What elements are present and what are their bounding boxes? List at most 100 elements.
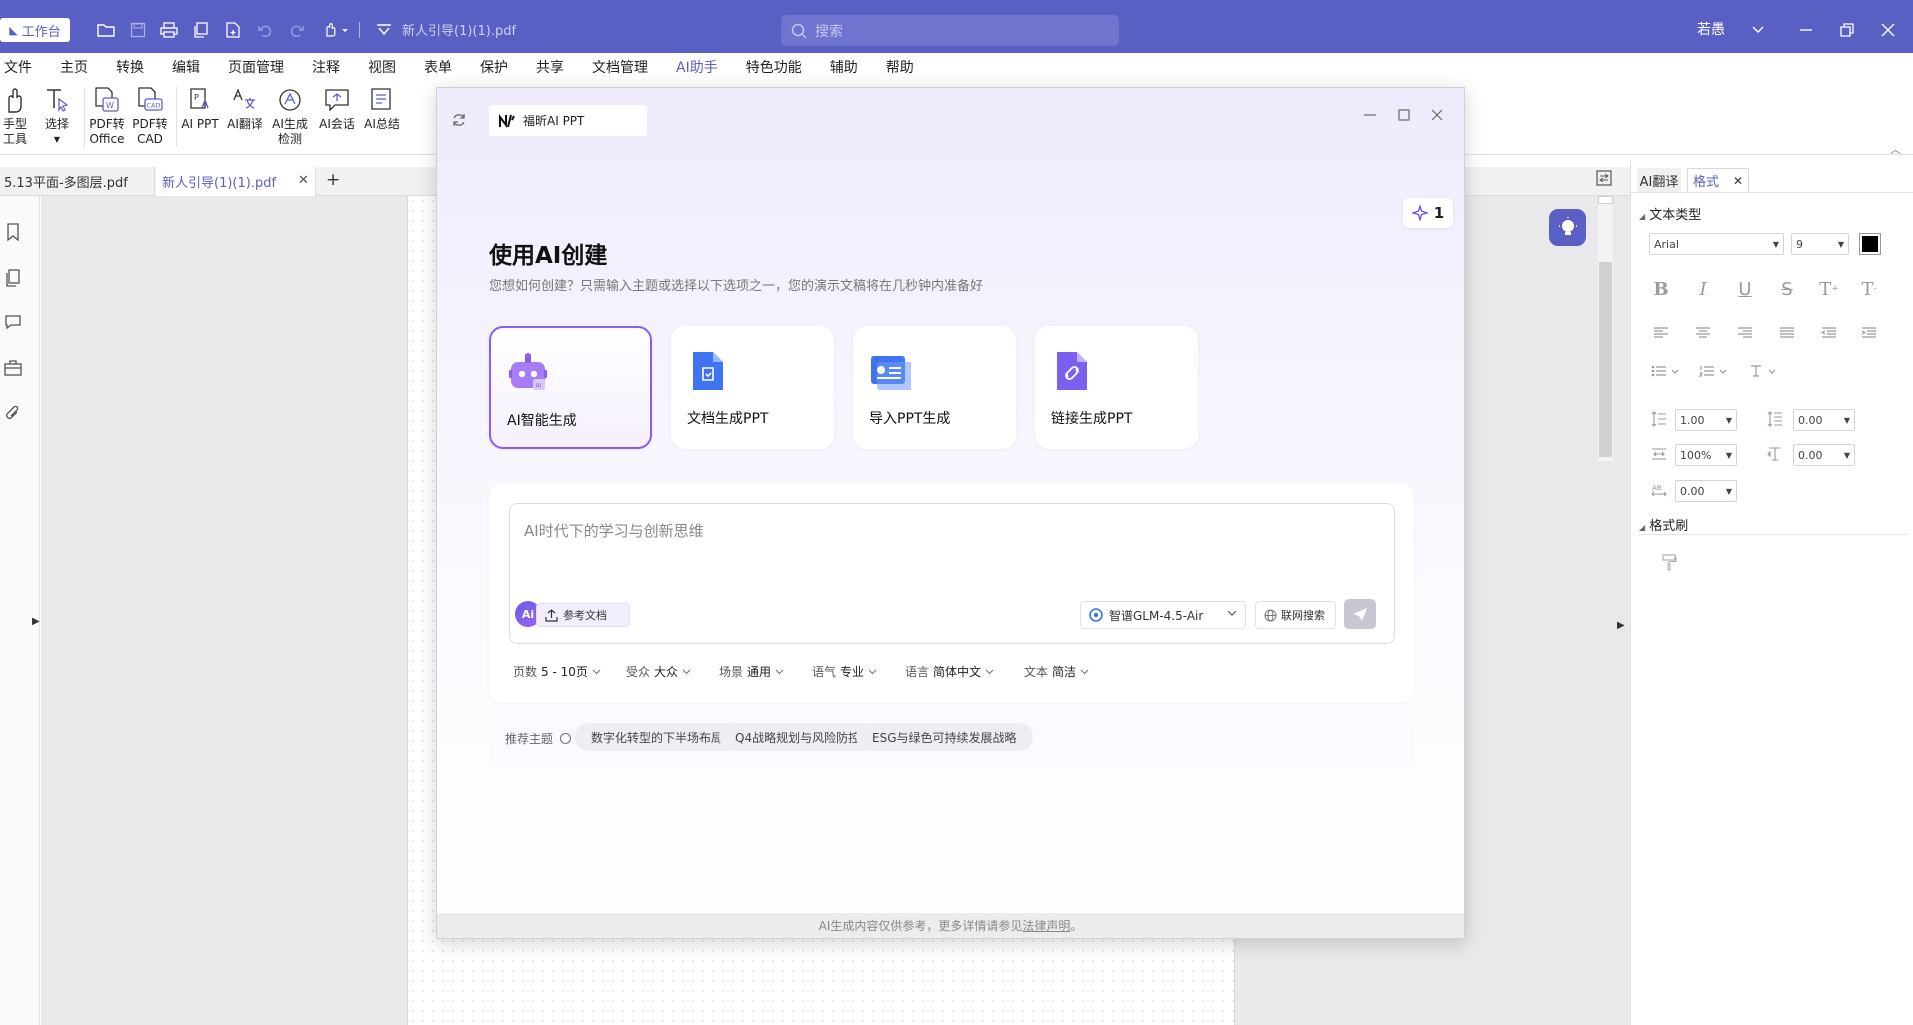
align-right-icon[interactable]	[1733, 322, 1757, 344]
scroll-up-arrow[interactable]	[1598, 196, 1613, 204]
card-doc-to-ppt[interactable]: 文档生成PPT	[671, 326, 834, 449]
character-spacing-select[interactable]: 0.00 ▼	[1675, 480, 1737, 502]
pdf-to-office-button[interactable]: W PDF转 Office	[89, 85, 125, 147]
web-search-toggle[interactable]: 联网搜索	[1255, 601, 1336, 629]
card-import-ppt[interactable]: 导入PPT生成	[853, 326, 1016, 449]
menu-item-1[interactable]: 主页	[60, 57, 102, 77]
save-icon[interactable]	[127, 19, 149, 41]
language-option[interactable]: 语言 简体中文	[905, 663, 994, 680]
topic-chip[interactable]: 数字化转型的下半场布局	[575, 723, 740, 751]
add-tab-button[interactable]: +	[326, 170, 340, 190]
copy-page-icon[interactable]	[190, 19, 212, 41]
menu-item-7[interactable]: 表单	[424, 57, 466, 77]
search-input[interactable]: 搜索	[781, 15, 1119, 46]
audience-option[interactable]: 受众 大众	[626, 663, 691, 680]
align-center-icon[interactable]	[1691, 322, 1715, 344]
tone-option[interactable]: 语气 专业	[812, 663, 877, 680]
card-link-to-ppt[interactable]: 链接生成PPT	[1035, 326, 1198, 449]
topic-textarea[interactable]: AI时代下的学习与创新思维 Ai 参考文档 智谱GLM-4.5-Air 联网搜索	[509, 503, 1395, 644]
topic-chip[interactable]: ESG与绿色可持续发展战略	[856, 723, 1033, 751]
ai-detect-button[interactable]: AI生成 检测	[270, 85, 310, 147]
pages-icon[interactable]	[2, 266, 24, 290]
expand-right-icon[interactable]: ▶	[1617, 620, 1625, 631]
ai-summary-button[interactable]: AI总结	[362, 85, 402, 132]
font-size-select[interactable]: 9 ▼	[1791, 233, 1849, 255]
menu-item-10[interactable]: 文档管理	[592, 57, 662, 77]
legal-notice-link[interactable]: 法律声明	[1022, 917, 1070, 934]
send-button[interactable]	[1344, 599, 1376, 629]
align-left-icon[interactable]	[1649, 322, 1673, 344]
topic-chip[interactable]: Q4战略规划与风险防控	[719, 723, 877, 751]
scrollbar-thumb[interactable]	[1599, 262, 1612, 457]
vertical-scrollbar[interactable]	[1598, 196, 1613, 461]
font-family-select[interactable]: Arial ▼	[1649, 233, 1784, 255]
tab-ai-ppt[interactable]: 福昕AI PPT	[489, 105, 647, 136]
font-color-picker[interactable]	[1859, 233, 1881, 255]
line-spacing-select[interactable]: 1.00 ▼	[1675, 409, 1737, 431]
indent-decrease-icon[interactable]	[1817, 322, 1841, 344]
text-direction-icon[interactable]	[1747, 360, 1781, 382]
card-ai-smart-generate[interactable]: AI AI智能生成	[489, 326, 652, 449]
credits-badge[interactable]: 1	[1403, 198, 1453, 228]
print-icon[interactable]	[158, 19, 180, 41]
undo-icon[interactable]	[254, 19, 276, 41]
ribbon-collapse-icon[interactable]: ︿	[1890, 141, 1901, 157]
tab-document-1[interactable]: 5.13平面-多图层.pdf	[0, 167, 155, 196]
menu-item-14[interactable]: 帮助	[886, 57, 928, 77]
format-tab-close-icon[interactable]: ✕	[1733, 174, 1743, 188]
offset-select[interactable]: 0.00 ▼	[1793, 444, 1855, 466]
indent-increase-icon[interactable]	[1857, 322, 1881, 344]
numbered-list-icon[interactable]	[1697, 360, 1731, 382]
scale-select[interactable]: 100% ▼	[1675, 444, 1737, 466]
pdf-to-cad-button[interactable]: CAD PDF转 CAD	[132, 85, 168, 147]
page-count-option[interactable]: 页数 5 - 10页	[513, 663, 601, 680]
ai-ppt-button[interactable]: P AI PPT	[181, 85, 219, 132]
comments-icon[interactable]	[2, 310, 24, 334]
toolbox-icon[interactable]	[2, 356, 24, 380]
strikethrough-icon[interactable]: S	[1775, 278, 1799, 300]
user-name[interactable]: 若愚	[1697, 19, 1725, 39]
bold-icon[interactable]: B	[1649, 278, 1673, 300]
chevron-down-icon[interactable]	[1747, 19, 1769, 41]
bullet-list-icon[interactable]	[1649, 360, 1683, 382]
italic-icon[interactable]: I	[1691, 278, 1715, 300]
menu-item-13[interactable]: 辅助	[830, 57, 872, 77]
dialog-close-icon[interactable]	[1427, 105, 1447, 125]
menu-item-12[interactable]: 特色功能	[746, 57, 816, 77]
hand-tool-button[interactable]: 手型 工具	[2, 85, 28, 147]
refresh-topics-icon[interactable]	[559, 732, 572, 745]
restore-icon[interactable]	[1836, 19, 1858, 41]
justify-icon[interactable]	[1775, 322, 1799, 344]
tab-format[interactable]: 格式 ✕	[1687, 168, 1749, 192]
tab-document-2[interactable]: 新人引导(1)(1).pdf ✕	[156, 167, 316, 196]
dialog-minimize-icon[interactable]	[1360, 105, 1380, 125]
workbench-button[interactable]: ◣ 工作台	[0, 18, 70, 42]
refresh-icon[interactable]	[451, 112, 467, 128]
tab-close-icon[interactable]: ✕	[298, 173, 309, 188]
text-length-option[interactable]: 文本 简洁	[1024, 663, 1089, 680]
model-select[interactable]: 智谱GLM-4.5-Air	[1080, 601, 1246, 629]
paragraph-spacing-select[interactable]: 0.00 ▼	[1793, 409, 1855, 431]
tab-ai-translate[interactable]: AI翻译	[1637, 168, 1681, 192]
menu-item-8[interactable]: 保护	[480, 57, 522, 77]
ai-translate-button[interactable]: AI翻译	[225, 85, 265, 132]
menu-item-11[interactable]: AI助手	[676, 57, 732, 83]
quick-access-dropdown-icon[interactable]	[373, 19, 395, 41]
menu-item-0[interactable]: 文件	[4, 57, 46, 77]
text-type-section[interactable]: ◢ 文本类型	[1639, 204, 1701, 223]
close-icon[interactable]	[1877, 19, 1899, 41]
menu-item-2[interactable]: 转换	[116, 57, 158, 77]
panel-toggle-icon[interactable]	[1596, 170, 1612, 186]
open-folder-icon[interactable]	[95, 19, 117, 41]
attachment-icon[interactable]	[2, 401, 24, 425]
underline-icon[interactable]: U	[1733, 278, 1757, 300]
menu-item-4[interactable]: 页面管理	[228, 57, 298, 77]
select-dropdown-icon[interactable]: ▼	[54, 132, 60, 147]
menu-item-5[interactable]: 注释	[312, 57, 354, 77]
ai-assistant-floating-button[interactable]	[1549, 209, 1586, 246]
ai-chat-button[interactable]: AI会话	[317, 85, 357, 132]
redo-icon[interactable]	[286, 19, 308, 41]
format-brush-section[interactable]: ◢ 格式刷	[1639, 515, 1688, 534]
menu-item-6[interactable]: 视图	[368, 57, 410, 77]
dialog-maximize-icon[interactable]	[1394, 105, 1414, 125]
